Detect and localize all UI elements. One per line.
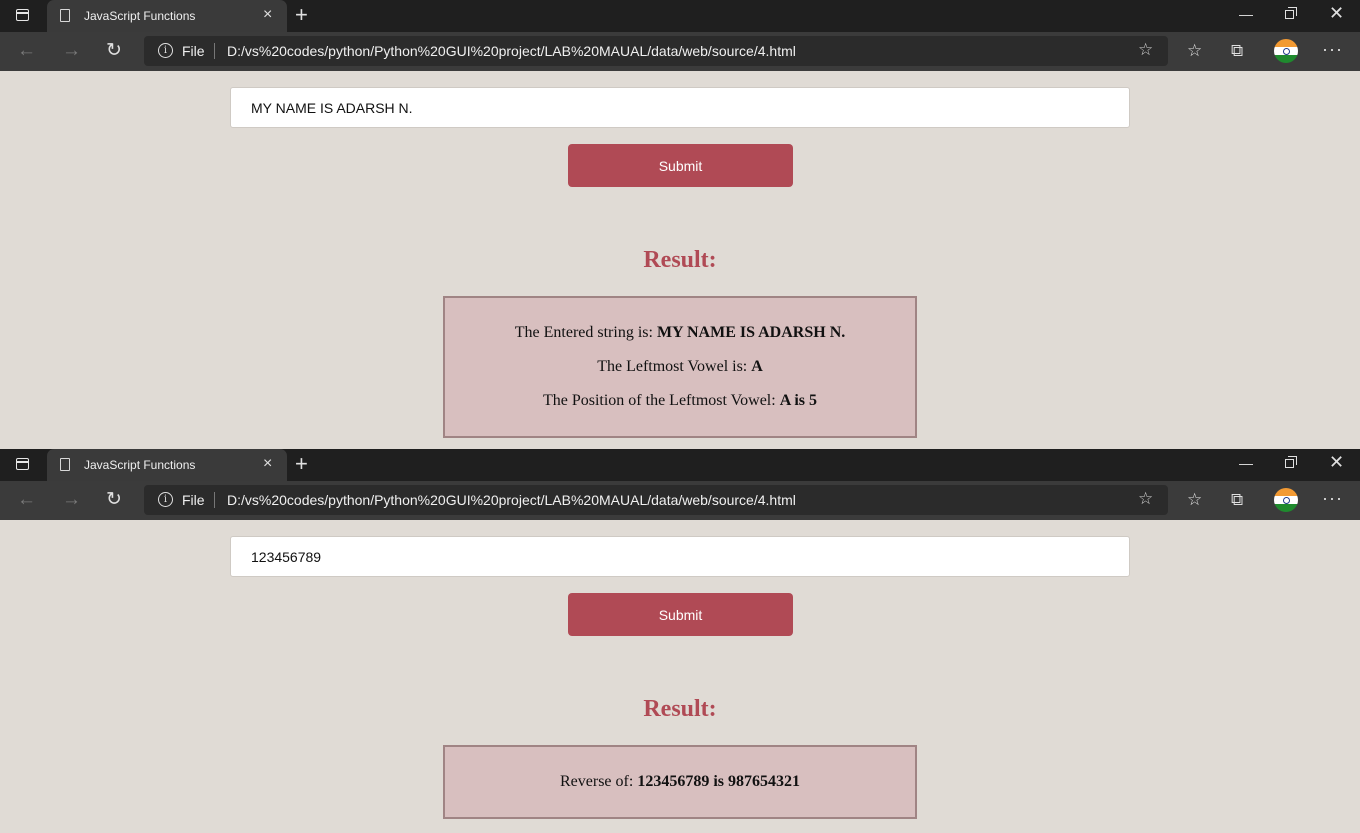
tab-actions-icon[interactable]	[12, 456, 36, 474]
address-bar: ← → ↻ i File D:/vs%20codes/python/Python…	[0, 32, 1360, 71]
minimize-icon[interactable]: —	[1239, 5, 1253, 23]
file-label: File	[182, 43, 205, 59]
url-box[interactable]: i File D:/vs%20codes/python/Python%20GUI…	[144, 485, 1168, 515]
favorites-icon[interactable]: ☆	[1187, 490, 1202, 510]
result-line-reverse: Reverse of: 123456789 is 987654321	[560, 773, 800, 790]
result-line-entered: The Entered string is: MY NAME IS ADARSH…	[514, 324, 846, 341]
add-favorite-icon[interactable]: ☆	[1138, 40, 1153, 60]
favorites-icon[interactable]: ☆	[1187, 41, 1202, 61]
submit-button[interactable]: Submit	[568, 593, 793, 636]
add-favorite-icon[interactable]: ☆	[1138, 489, 1153, 509]
divider	[214, 43, 215, 59]
reload-icon[interactable]: ↻	[106, 489, 122, 511]
tab-title: JavaScript Functions	[84, 9, 196, 23]
url-text[interactable]: D:/vs%20codes/python/Python%20GUI%20proj…	[227, 492, 796, 508]
page-icon	[60, 9, 70, 22]
url-text[interactable]: D:/vs%20codes/python/Python%20GUI%20proj…	[227, 43, 796, 59]
minimize-icon[interactable]: —	[1239, 454, 1253, 472]
restore-icon[interactable]	[1285, 7, 1297, 19]
tab-javascript-functions[interactable]: JavaScript Functions ×	[47, 449, 287, 481]
tab-actions-icon[interactable]	[12, 7, 36, 25]
tab-bar: JavaScript Functions × + — ✕	[0, 0, 1360, 32]
result-heading: Result:	[643, 696, 717, 722]
restore-icon[interactable]	[1285, 456, 1297, 468]
result-box: The Entered string is: MY NAME IS ADARSH…	[443, 296, 917, 438]
browser-window-1: JavaScript Functions × + — ✕ ← → ↻ i Fil…	[0, 0, 1360, 449]
reload-icon[interactable]: ↻	[106, 40, 122, 62]
tab-javascript-functions[interactable]: JavaScript Functions ×	[47, 0, 287, 32]
back-icon[interactable]: ←	[17, 489, 36, 511]
file-label: File	[182, 492, 205, 508]
forward-icon[interactable]: →	[62, 489, 81, 511]
profile-avatar[interactable]	[1274, 488, 1298, 512]
back-icon[interactable]: ←	[17, 40, 36, 62]
page-icon	[60, 458, 70, 471]
submit-button[interactable]: Submit	[568, 144, 793, 187]
result-box: Reverse of: 123456789 is 987654321	[443, 745, 917, 819]
info-icon[interactable]: i	[158, 43, 173, 58]
address-bar: ← → ↻ i File D:/vs%20codes/python/Python…	[0, 481, 1360, 520]
new-tab-icon[interactable]: +	[295, 3, 308, 27]
tab-bar: JavaScript Functions × + — ✕	[0, 449, 1360, 481]
new-tab-icon[interactable]: +	[295, 452, 308, 476]
more-icon[interactable]: ···	[1322, 39, 1343, 59]
string-input[interactable]	[230, 87, 1130, 128]
result-line-vowel: The Leftmost Vowel is: A	[597, 358, 763, 375]
divider	[214, 492, 215, 508]
number-input[interactable]	[230, 536, 1130, 577]
url-box[interactable]: i File D:/vs%20codes/python/Python%20GUI…	[144, 36, 1168, 66]
result-line-position: The Position of the Leftmost Vowel: A is…	[542, 392, 818, 409]
collections-icon[interactable]: ⧉	[1231, 490, 1243, 510]
profile-avatar[interactable]	[1274, 39, 1298, 63]
close-tab-icon[interactable]: ×	[263, 455, 272, 473]
tab-title: JavaScript Functions	[84, 458, 196, 472]
result-heading: Result:	[643, 247, 717, 273]
browser-window-2: JavaScript Functions × + — ✕ ← → ↻ i Fil…	[0, 449, 1360, 833]
collections-icon[interactable]: ⧉	[1231, 41, 1243, 61]
forward-icon[interactable]: →	[62, 40, 81, 62]
close-window-icon[interactable]: ✕	[1329, 453, 1344, 471]
info-icon[interactable]: i	[158, 492, 173, 507]
more-icon[interactable]: ···	[1322, 488, 1343, 508]
close-window-icon[interactable]: ✕	[1329, 4, 1344, 22]
close-tab-icon[interactable]: ×	[263, 6, 272, 24]
